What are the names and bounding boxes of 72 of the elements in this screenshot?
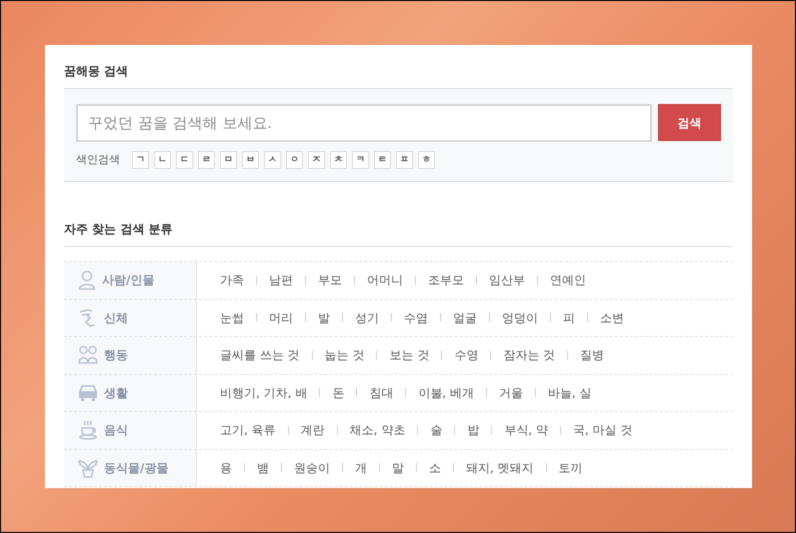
keyword-link[interactable]: 임산부 xyxy=(489,271,525,290)
keyword-link[interactable]: 눕는 것 xyxy=(324,346,364,364)
category-name: 음식 xyxy=(104,422,128,440)
keyword-link[interactable]: 계란 xyxy=(300,421,325,440)
index-key[interactable]: ㅋ xyxy=(352,151,369,169)
keyword-link[interactable]: 고기, 육류 xyxy=(220,421,276,440)
keyword-link[interactable]: 밥 xyxy=(467,421,480,440)
keyword-link[interactable]: 엉덩이 xyxy=(502,308,538,327)
category-name: 동식물/광물 xyxy=(104,460,168,477)
keyword-link[interactable]: 질병 xyxy=(580,346,604,364)
index-key[interactable]: ㄱ xyxy=(132,151,149,169)
search-button[interactable]: 검색 xyxy=(658,104,721,141)
index-search-label: 색인검색 xyxy=(76,152,120,168)
category-name: 신체 xyxy=(104,310,128,327)
index-key[interactable]: ㅈ xyxy=(308,151,325,169)
index-key[interactable]: ㅌ xyxy=(374,151,391,169)
index-key[interactable]: ㅂ xyxy=(242,151,259,169)
keyword-link[interactable]: 성기 xyxy=(355,308,379,327)
index-key[interactable]: ㄴ xyxy=(154,151,171,169)
car-icon xyxy=(78,384,98,402)
keyword-link[interactable]: 글씨를 쓰는 것 xyxy=(220,346,300,364)
keyword-link[interactable]: 가족 xyxy=(220,271,244,290)
keyword-link[interactable]: 피 xyxy=(563,308,575,327)
keyword-link[interactable]: 말 xyxy=(392,458,404,477)
keyword-link[interactable]: 소 xyxy=(429,458,441,477)
keyword-link[interactable]: 부식, 약 xyxy=(504,421,548,440)
plant-icon xyxy=(78,458,98,478)
keyword-link[interactable]: 발 xyxy=(318,308,330,327)
keyword-link[interactable]: 부모 xyxy=(318,271,342,290)
keyword-link[interactable]: 바늘, 실 xyxy=(548,384,592,402)
category-name: 생활 xyxy=(104,384,128,402)
keyword-link[interactable]: 소변 xyxy=(600,308,624,327)
keyword-link[interactable]: 수염 xyxy=(404,308,428,327)
keyword-link[interactable]: 조부모 xyxy=(428,271,464,290)
keyword-link[interactable]: 보는 것 xyxy=(389,346,430,364)
keyword-link[interactable]: 수영 xyxy=(454,346,478,364)
category-name: 사람/인물 xyxy=(102,272,154,290)
keyword-link[interactable]: 비행기, 기차, 배 xyxy=(220,384,308,402)
cup-icon xyxy=(78,420,98,440)
index-key[interactable]: ㅇ xyxy=(286,151,303,169)
keyword-link[interactable]: 침대 xyxy=(369,384,394,402)
keyword-link[interactable]: 어머니 xyxy=(367,271,403,290)
section-title: 자주 찾는 검색 분류 xyxy=(64,220,733,247)
keyword-link[interactable]: 연예인 xyxy=(550,271,586,290)
keyword-link[interactable]: 개 xyxy=(355,458,367,477)
keyword-link[interactable]: 눈썹 xyxy=(220,308,244,327)
category-name: 행동 xyxy=(104,347,128,364)
keyword-link[interactable]: 거울 xyxy=(498,384,523,402)
search-field[interactable]: 꾸었던 꿈을 검색해 보세요. xyxy=(76,104,652,142)
keyword-link[interactable]: 돈 xyxy=(332,384,344,402)
index-key[interactable]: ㅅ xyxy=(264,151,281,169)
keyword-link[interactable]: 돼지, 멧돼지 xyxy=(466,458,534,477)
person-icon xyxy=(78,270,96,290)
index-key[interactable]: ㅍ xyxy=(396,151,413,169)
keyword-link[interactable]: 뱀 xyxy=(257,458,269,477)
keyword-link[interactable]: 용 xyxy=(220,458,232,477)
keyword-link[interactable]: 채소, 약초 xyxy=(350,421,406,440)
keyword-link[interactable]: 원숭이 xyxy=(294,458,330,477)
index-key[interactable]: ㅊ xyxy=(330,151,347,169)
keyword-link[interactable]: 토끼 xyxy=(558,458,583,477)
keyword-link[interactable]: 잠자는 것 xyxy=(503,346,556,364)
index-key[interactable]: ㄷ xyxy=(176,151,193,169)
people-icon xyxy=(78,345,98,366)
keyword-link[interactable]: 술 xyxy=(430,421,442,440)
keyword-link[interactable]: 얼굴 xyxy=(453,308,477,327)
index-key[interactable]: ㅎ xyxy=(418,151,435,169)
index-key[interactable]: ㄹ xyxy=(198,151,215,169)
keyword-link[interactable]: 국, 마실 것 xyxy=(572,421,632,440)
index-key[interactable]: ㅁ xyxy=(220,151,237,169)
keyword-link[interactable]: 이불, 베개 xyxy=(418,384,474,402)
keyword-link[interactable]: 남편 xyxy=(269,271,293,290)
keyword-link[interactable]: 머리 xyxy=(269,308,293,327)
